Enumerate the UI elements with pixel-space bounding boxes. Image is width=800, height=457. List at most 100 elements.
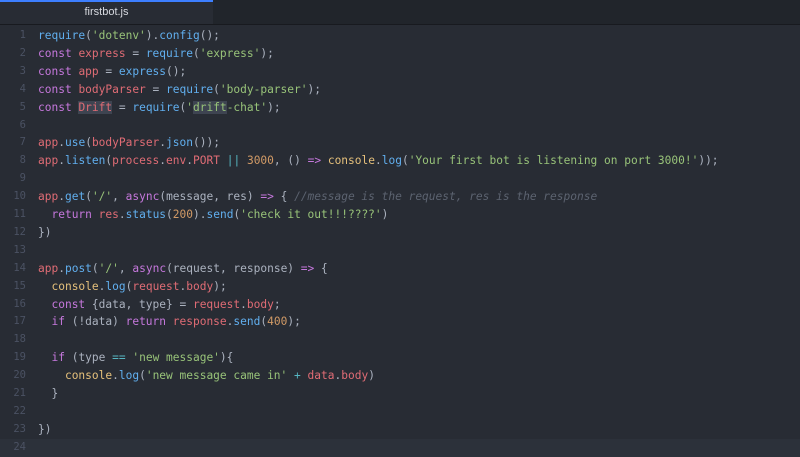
code-line[interactable]: 14 app.post('/', async(request, response)…: [0, 260, 800, 278]
code-token: '/': [91, 190, 113, 204]
code-line[interactable]: 2 const express = require('express');: [0, 45, 800, 63]
code-line[interactable]: 5 const Drift = require('drift-chat');: [0, 99, 800, 117]
code-token: (type: [64, 351, 113, 365]
code-token: 'check it out!!!????': [240, 208, 382, 221]
code-line[interactable]: 23}): [0, 421, 800, 439]
code-text[interactable]: console.log(request.body);: [38, 278, 226, 296]
code-text[interactable]: }): [38, 224, 51, 242]
code-text[interactable]: app.post('/', async(request, response) =…: [38, 260, 328, 278]
code-text[interactable]: return res.status(200).send('check it ou…: [38, 206, 388, 224]
code-token: ): [368, 369, 375, 383]
code-line[interactable]: 20 console.log('new message came in' + d…: [0, 367, 800, 385]
code-text[interactable]: const bodyParser = require('body-parser'…: [38, 81, 321, 99]
code-line[interactable]: 16 const {data, type} = request.body;: [0, 296, 800, 314]
code-line[interactable]: 22: [0, 403, 800, 421]
code-token: 'new message came in': [145, 369, 288, 383]
code-text[interactable]: const {data, type} = request.body;: [38, 296, 280, 314]
code-token: +: [294, 369, 301, 383]
code-token: (: [166, 208, 173, 221]
code-text[interactable]: if (type == 'new message'){: [38, 349, 233, 367]
code-line[interactable]: 1 require('dotenv').config();: [0, 27, 800, 45]
code-token: response: [172, 315, 227, 329]
line-number: 9: [19, 172, 26, 185]
code-token: env: [166, 154, 187, 168]
code-token: (request, response): [166, 261, 301, 275]
code-token: ).: [193, 208, 207, 221]
code-token: async: [125, 190, 160, 204]
code-line[interactable]: 15 console.log(request.body);: [0, 278, 800, 296]
code-line[interactable]: 3 const app = express();: [0, 63, 800, 81]
code-text[interactable]: app.use(bodyParser.json());: [38, 134, 220, 152]
code-token: app: [38, 136, 59, 150]
code-line[interactable]: 19 if (type == 'new message'){: [0, 349, 800, 367]
code-text[interactable]: if (!data) return response.send(400);: [38, 313, 301, 331]
code-line[interactable]: 21 }: [0, 385, 800, 403]
code-token: async: [132, 261, 167, 275]
code-line[interactable]: 4 const bodyParser = require('body-parser…: [0, 81, 800, 99]
code-text[interactable]: console.log('new message came in' + data…: [38, 367, 375, 385]
code-token: );: [287, 315, 301, 329]
code-token: }): [38, 422, 52, 436]
code-token: const: [38, 64, 72, 78]
line-number: 20: [13, 369, 26, 382]
code-line[interactable]: 18: [0, 331, 800, 349]
code-token: app: [78, 64, 99, 78]
code-text[interactable]: }): [38, 421, 51, 439]
code-token: (: [85, 136, 92, 150]
code-token: ==: [112, 351, 126, 365]
code-text[interactable]: require('dotenv').config();: [38, 27, 220, 45]
code-text[interactable]: app.get('/', async(message, res) => { //…: [38, 188, 597, 206]
code-line[interactable]: 12}): [0, 224, 800, 242]
code-token: bodyParser: [78, 82, 146, 96]
code-token: -chat': [226, 100, 268, 114]
code-line[interactable]: 10 app.get('/', async(message, res) => { …: [0, 188, 800, 206]
code-token: send: [206, 208, 234, 221]
code-token: .: [118, 208, 126, 221]
code-text[interactable]: }: [38, 385, 58, 403]
code-token: {: [314, 261, 328, 275]
code-token: =: [125, 46, 146, 60]
code-token: .: [186, 154, 194, 168]
code-token: 200: [172, 208, 194, 221]
code-token: log: [105, 279, 126, 293]
code-token: ));: [698, 154, 719, 168]
line-number: 14: [13, 261, 26, 274]
code-token: 400: [267, 315, 288, 329]
code-token: .: [374, 154, 382, 168]
code-token: express: [78, 46, 126, 60]
code-token: return: [51, 208, 92, 221]
code-line[interactable]: 6: [0, 117, 800, 135]
code-line[interactable]: 24: [0, 438, 800, 457]
code-line[interactable]: 13: [0, 242, 800, 260]
code-text[interactable]: const express = require('express');: [38, 45, 274, 63]
code-token: (message, res): [159, 190, 261, 204]
code-token: }): [38, 225, 52, 239]
code-token: .: [58, 261, 65, 275]
line-number: 19: [13, 351, 26, 364]
code-token: PORT: [193, 154, 220, 168]
code-text[interactable]: const app = express();: [38, 63, 186, 81]
code-token: log: [381, 154, 402, 168]
code-token: =: [112, 100, 133, 114]
code-text[interactable]: const Drift = require('drift-chat');: [38, 99, 281, 117]
code-line[interactable]: 8 app.listen(process.env.PORT || 3000, ()…: [0, 152, 800, 170]
code-token: bodyParser: [91, 136, 160, 150]
code-text[interactable]: app.listen(process.env.PORT || 3000, () …: [38, 152, 719, 170]
code-line[interactable]: 11 return res.status(200).send('check it…: [0, 206, 800, 224]
code-token: (: [85, 190, 92, 204]
code-token: .: [240, 297, 247, 311]
code-token: post: [64, 261, 92, 275]
tab-firstbot-js[interactable]: firstbot.js: [0, 0, 213, 24]
code-token: body: [341, 369, 369, 383]
code-token: '/': [98, 261, 119, 275]
code-editor[interactable]: 1 require('dotenv').config(); 2 const expre…: [0, 24, 800, 457]
code-line[interactable]: 7 app.use(bodyParser.json());: [0, 134, 800, 152]
code-line[interactable]: 17 if (!data) return response.send(400);: [0, 313, 800, 331]
code-token: send: [233, 315, 261, 329]
code-line[interactable]: 9: [0, 170, 800, 188]
line-number: 22: [13, 404, 26, 417]
